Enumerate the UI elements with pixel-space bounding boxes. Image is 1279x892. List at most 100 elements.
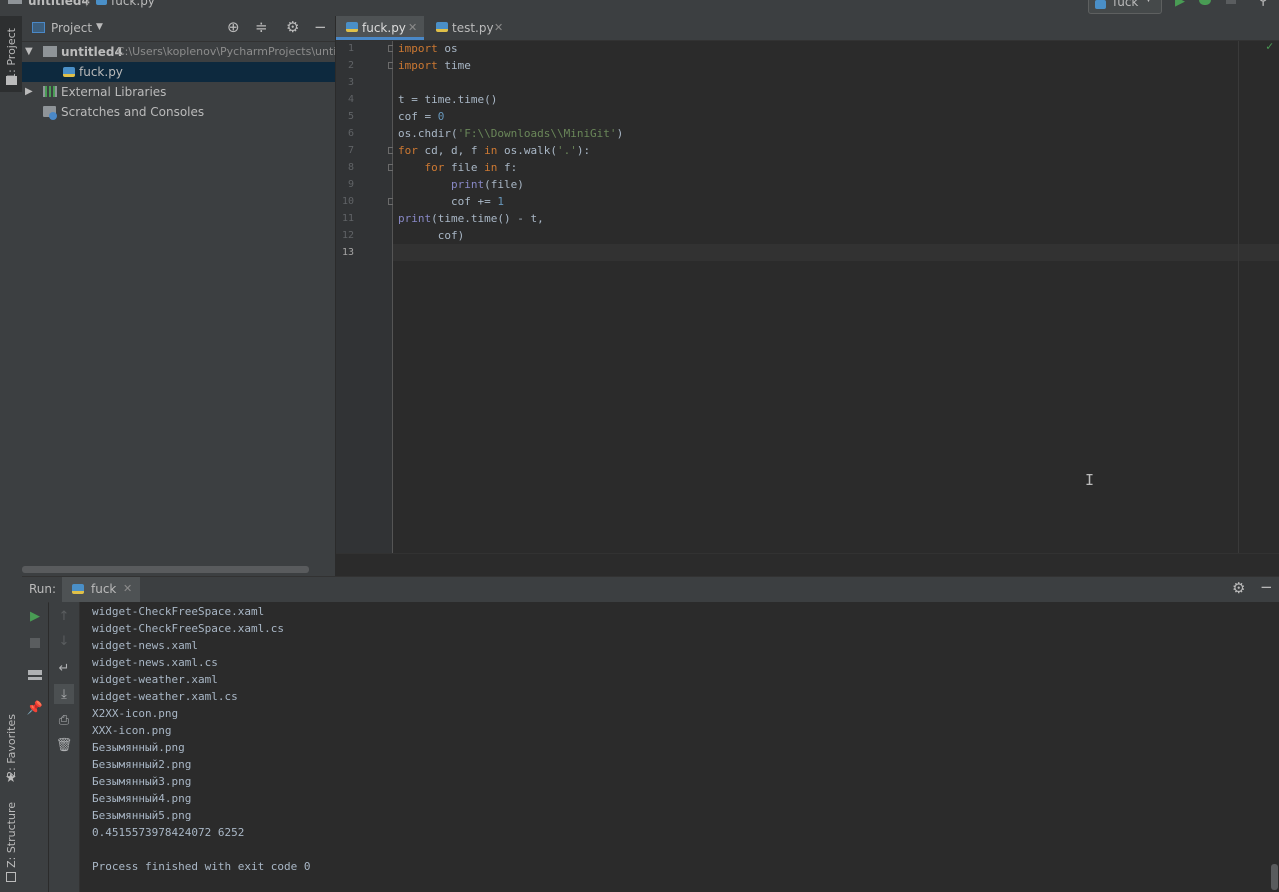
hide-panel-icon[interactable]: −: [1260, 578, 1273, 596]
line-number: 8: [347, 162, 354, 173]
run-config-dropdown[interactable]: fuck ▼: [1088, 0, 1162, 14]
structure-tool-tab[interactable]: Z: Structure: [0, 800, 22, 870]
arrow-down-icon[interactable]: ↓: [56, 633, 72, 649]
tree-item-file[interactable]: fuck.py: [22, 62, 335, 82]
code-line: os.chdir('F:\\Downloads\\MiniGit'): [398, 127, 624, 140]
favorites-tab-label: 2: Favorites: [4, 714, 18, 778]
tab-test-py[interactable]: test.py ✕: [426, 16, 522, 40]
code-line: t = time.time(): [398, 93, 498, 106]
line-number: 11: [341, 213, 354, 224]
tree-item-project-root[interactable]: ▼ untitled4 C:\Users\koplenov\PycharmPro…: [22, 42, 335, 62]
gear-icon[interactable]: ⚙: [286, 18, 299, 36]
close-icon[interactable]: ✕: [494, 16, 503, 40]
code-line: cof): [398, 229, 465, 242]
soft-wrap-icon[interactable]: ↵: [56, 660, 72, 676]
print-icon[interactable]: ⎙: [56, 712, 72, 728]
horizontal-scrollbar[interactable]: [22, 566, 309, 573]
rerun-icon[interactable]: ▶: [27, 608, 43, 624]
tab-label: fuck.py: [362, 21, 406, 35]
console-line: XXX-icon.png: [92, 724, 172, 737]
line-number: 6: [347, 128, 354, 139]
collapse-all-icon[interactable]: ≑: [255, 18, 268, 36]
line-number: 3: [347, 77, 354, 88]
arrow-up-icon[interactable]: ↑: [56, 608, 72, 624]
scroll-to-end-icon[interactable]: ⤓: [54, 684, 74, 704]
code-line: import time: [398, 59, 471, 72]
console-line: Безымянный4.png: [92, 792, 192, 805]
close-icon[interactable]: ✕: [408, 16, 417, 40]
project-panel: Project ▼ ⊕ ≑ ⚙ − ▼ untitled4 C:\Users\k…: [22, 16, 335, 576]
line-number: 12: [341, 230, 354, 241]
gear-icon[interactable]: ⚙: [1232, 579, 1245, 597]
tab-fuck-py[interactable]: fuck.py ✕: [336, 16, 424, 40]
tree-item-label: Scratches and Consoles: [61, 105, 205, 119]
line-number-gutter: 1 2 3 4 5 6 7 8 9 10 11 12 13: [336, 41, 395, 553]
breadcrumb-project[interactable]: untitled4: [28, 0, 90, 8]
check-icon: ✓: [1266, 39, 1274, 53]
console-line: widget-weather.xaml.cs: [92, 690, 238, 703]
chevron-right-icon: ▶: [25, 86, 33, 97]
code-line: import os: [398, 42, 458, 55]
search-icon[interactable]: ⚲: [1258, 0, 1268, 8]
editor-bottom-strip: [336, 553, 1279, 577]
line-number: 4: [347, 94, 354, 105]
tree-item-external-libraries[interactable]: ▶ External Libraries: [22, 82, 335, 102]
breadcrumb-file[interactable]: fuck.py: [111, 0, 155, 8]
folder-icon: [8, 0, 22, 4]
line-number: 2: [347, 60, 354, 71]
code-editor[interactable]: ✓ import os import time t = time.time() …: [393, 39, 1279, 553]
tab-label: test.py: [452, 21, 494, 35]
python-icon: [72, 584, 84, 594]
folder-icon: [43, 46, 57, 57]
console-line: 0.4515573978424072 6252: [92, 826, 245, 839]
close-icon[interactable]: ✕: [123, 582, 132, 595]
console-line: widget-weather.xaml: [92, 673, 218, 686]
locate-icon[interactable]: ⊕: [227, 18, 240, 36]
restore-layout-icon[interactable]: [28, 670, 42, 680]
console-output[interactable]: widget-CheckFreeSpace.xaml widget-CheckF…: [80, 602, 1279, 892]
navigation-bar: untitled4 / fuck.py fuck ▼ ▶ ⚲: [0, 0, 1279, 16]
console-line: Process finished with exit code 0: [92, 860, 311, 873]
run-icon[interactable]: ▶: [1175, 0, 1185, 9]
python-file-icon: [63, 67, 75, 77]
code-line: cof += 1: [398, 195, 504, 208]
code-line: for file in f:: [424, 161, 518, 174]
python-file-icon: [436, 22, 448, 32]
tree-item-scratches[interactable]: Scratches and Consoles: [22, 102, 335, 122]
run-toolbar-primary: ▶ 📌: [22, 602, 48, 892]
chevron-down-icon: ▼: [1145, 0, 1152, 4]
right-margin-guide: [1238, 41, 1239, 553]
code-line: print(file): [450, 178, 524, 191]
run-panel-label: Run:: [29, 582, 57, 596]
debug-icon[interactable]: [1199, 0, 1211, 5]
project-view-label[interactable]: Project: [51, 21, 92, 35]
code-line: cof = 0: [398, 110, 445, 123]
line-number: 7: [347, 145, 354, 156]
line-number: 13: [341, 247, 354, 258]
stop-icon[interactable]: [30, 638, 40, 648]
code-line: for cd, d, f in os.walk('.'):: [398, 144, 591, 157]
stop-icon[interactable]: [1226, 0, 1236, 4]
run-tab-label: fuck: [91, 582, 117, 596]
console-line: widget-news.xaml: [92, 639, 198, 652]
console-line: widget-CheckFreeSpace.xaml: [92, 605, 265, 618]
hide-panel-icon[interactable]: −: [314, 18, 327, 36]
console-line: Безымянный.png: [92, 741, 185, 754]
tree-item-label: fuck.py: [79, 65, 123, 79]
line-number: 1: [347, 43, 354, 54]
breadcrumb-separator: /: [86, 0, 91, 8]
console-line: Безымянный2.png: [92, 758, 192, 771]
line-number: 5: [347, 111, 354, 122]
clock-icon: [49, 112, 57, 120]
text-cursor-icon: I: [1085, 471, 1095, 489]
trash-icon[interactable]: 🗑: [56, 737, 73, 753]
project-folder-icon: [6, 76, 17, 85]
vertical-scrollbar[interactable]: [1271, 864, 1278, 890]
pin-icon[interactable]: 📌: [27, 700, 43, 716]
run-tab-fuck[interactable]: fuck ✕: [62, 577, 140, 602]
structure-tab-label: Z: Structure: [4, 802, 18, 868]
chevron-down-icon: ▼: [25, 46, 33, 57]
chevron-down-icon[interactable]: ▼: [96, 22, 103, 32]
star-icon: ★: [5, 771, 17, 786]
project-view-icon: [32, 22, 45, 33]
